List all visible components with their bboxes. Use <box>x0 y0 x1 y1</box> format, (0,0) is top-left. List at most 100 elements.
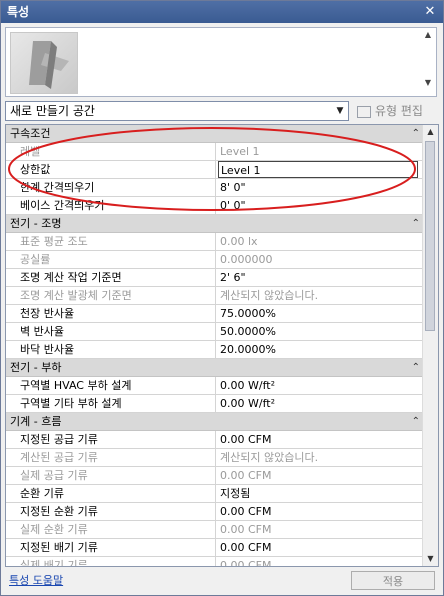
property-row: 실제 배기 기류 0.00 CFM <box>6 557 424 567</box>
property-value[interactable]: 0' 0" <box>220 197 424 214</box>
property-value[interactable]: 8' 0" <box>220 179 424 196</box>
property-row: 표준 평균 조도 0.00 lx <box>6 233 424 251</box>
scroll-up-icon[interactable]: ▲ <box>422 30 434 44</box>
property-row[interactable]: 지정된 배기 기류 0.00 CFM <box>6 539 424 557</box>
space-preview-image <box>29 41 69 89</box>
property-row: 실제 공급 기류 0.00 CFM <box>6 467 424 485</box>
group-name: 구속조건 <box>10 127 51 140</box>
chevron-up-icon[interactable]: ⌃ <box>412 215 420 232</box>
property-label: 지정된 공급 기류 <box>6 431 216 448</box>
close-icon[interactable]: ✕ <box>423 5 437 19</box>
property-label: 구역별 기타 부하 설계 <box>6 395 216 412</box>
property-label: 순환 기류 <box>6 485 216 502</box>
properties-window: 특성 ✕ ▲ ▼ 새로 만들기 공간 ▼ 유형 편집 구속조건 ⌃ 레벨 Level … <box>0 0 444 596</box>
property-label: 계산된 공급 기류 <box>6 449 216 466</box>
edit-type-label: 유형 편집 <box>375 104 423 118</box>
group-header[interactable]: 기계 - 흐름 ⌃ <box>6 413 424 431</box>
apply-button[interactable]: 적용 <box>351 571 435 590</box>
property-label: 베이스 간격띄우기 <box>6 197 216 214</box>
property-value[interactable]: 지정됨 <box>220 485 424 502</box>
scrollbar-thumb[interactable] <box>425 141 435 331</box>
property-label: 지정된 순환 기류 <box>6 503 216 520</box>
property-value[interactable]: 0.00 CFM <box>220 539 424 556</box>
properties-grid: 구속조건 ⌃ 레벨 Level 1 상한값 Level 1 한계 간격띄우기 8' 0" 베이스… <box>5 124 439 567</box>
property-value: 0.000000 <box>220 253 273 266</box>
property-row[interactable]: 구역별 HVAC 부하 설계 0.00 W/ft² <box>6 377 424 395</box>
property-value[interactable]: 50.0000% <box>220 323 424 340</box>
type-selector-bar: 새로 만들기 공간 ▼ 유형 편집 <box>5 101 437 121</box>
property-value[interactable]: 0.00 W/ft² <box>220 395 424 412</box>
property-rows: 구속조건 ⌃ 레벨 Level 1 상한값 Level 1 한계 간격띄우기 8' 0" 베이스… <box>6 125 424 567</box>
property-row[interactable]: 천장 반사율 75.0000% <box>6 305 424 323</box>
type-selector-value: 새로 만들기 공간 <box>10 104 95 118</box>
property-value[interactable]: 2' 6" <box>220 269 424 286</box>
property-row: 레벨 Level 1 <box>6 143 424 161</box>
property-row: 계산된 공급 기류 계산되지 않았습니다. <box>6 449 424 467</box>
group-header[interactable]: 전기 - 부하 ⌃ <box>6 359 424 377</box>
property-row[interactable]: 순환 기류 지정됨 <box>6 485 424 503</box>
property-row[interactable]: 지정된 공급 기류 0.00 CFM <box>6 431 424 449</box>
property-label: 구역별 HVAC 부하 설계 <box>6 377 216 394</box>
edit-type-icon <box>357 105 371 118</box>
property-row[interactable]: 조명 계산 작업 기준면 2' 6" <box>6 269 424 287</box>
property-row[interactable]: 지정된 순환 기류 0.00 CFM <box>6 503 424 521</box>
group-header[interactable]: 구속조건 ⌃ <box>6 125 424 143</box>
property-value[interactable]: 20.0000% <box>220 341 424 358</box>
property-value: 0.00 CFM <box>220 559 272 567</box>
property-value: 계산되지 않았습니다. <box>220 451 319 464</box>
scroll-up-icon[interactable]: ▲ <box>423 125 438 139</box>
element-thumbnail <box>10 32 78 94</box>
property-label: 지정된 배기 기류 <box>6 539 216 556</box>
property-value[interactable]: 0.00 W/ft² <box>220 377 424 394</box>
property-row: 조명 계산 발광체 기준면 계산되지 않았습니다. <box>6 287 424 305</box>
type-selector-dropdown[interactable]: 새로 만들기 공간 ▼ <box>5 101 349 121</box>
property-row[interactable]: 바닥 반사율 20.0000% <box>6 341 424 359</box>
group-header[interactable]: 전기 - 조명 ⌃ <box>6 215 424 233</box>
property-label: 바닥 반사율 <box>6 341 216 358</box>
property-row[interactable]: 베이스 간격띄우기 0' 0" <box>6 197 424 215</box>
property-value[interactable]: 0.00 CFM <box>220 431 424 448</box>
property-value: 계산되지 않았습니다. <box>220 289 319 302</box>
type-preview: ▲ ▼ <box>5 27 437 97</box>
group-name: 전기 - 조명 <box>10 217 62 230</box>
property-row[interactable]: 상한값 Level 1 <box>6 161 424 179</box>
property-label: 벽 반사율 <box>6 323 216 340</box>
property-label: 조명 계산 발광체 기준면 <box>6 287 216 304</box>
property-label: 천장 반사율 <box>6 305 216 322</box>
properties-help-link[interactable]: 특성 도움말 <box>9 572 63 588</box>
chevron-up-icon[interactable]: ⌃ <box>412 359 420 376</box>
property-row: 공실률 0.000000 <box>6 251 424 269</box>
property-label: 레벨 <box>6 143 216 160</box>
group-name: 전기 - 부하 <box>10 361 62 374</box>
edit-type-button[interactable]: 유형 편집 <box>357 101 437 121</box>
chevron-up-icon[interactable]: ⌃ <box>412 413 420 430</box>
property-value: 0.00 CFM <box>220 523 272 536</box>
property-value[interactable]: Level 1 <box>218 161 418 178</box>
grid-scrollbar[interactable]: ▲ ▼ <box>422 125 438 566</box>
chevron-up-icon[interactable]: ⌃ <box>412 125 420 142</box>
property-value[interactable]: 75.0000% <box>220 305 424 322</box>
property-row[interactable]: 벽 반사율 50.0000% <box>6 323 424 341</box>
property-label: 실제 순환 기류 <box>6 521 216 538</box>
property-row[interactable]: 한계 간격띄우기 8' 0" <box>6 179 424 197</box>
title-bar: 특성 ✕ <box>1 1 443 23</box>
window-title: 특성 <box>7 5 30 19</box>
property-row: 실제 순환 기류 0.00 CFM <box>6 521 424 539</box>
property-value: Level 1 <box>220 145 260 158</box>
preview-scrollbar[interactable]: ▲ ▼ <box>422 30 434 94</box>
scroll-down-icon[interactable]: ▼ <box>422 78 434 92</box>
property-label: 실제 공급 기류 <box>6 467 216 484</box>
property-label: 실제 배기 기류 <box>6 557 216 566</box>
property-label: 상한값 <box>6 161 216 178</box>
property-value: 0.00 lx <box>220 235 258 248</box>
property-value[interactable]: 0.00 CFM <box>220 503 424 520</box>
property-row[interactable]: 구역별 기타 부하 설계 0.00 W/ft² <box>6 395 424 413</box>
property-label: 한계 간격띄우기 <box>6 179 216 196</box>
scroll-down-icon[interactable]: ▼ <box>423 552 438 566</box>
chevron-down-icon[interactable]: ▼ <box>334 104 346 118</box>
property-label: 공실률 <box>6 251 216 268</box>
property-label: 조명 계산 작업 기준면 <box>6 269 216 286</box>
property-label: 표준 평균 조도 <box>6 233 216 250</box>
group-name: 기계 - 흐름 <box>10 415 62 428</box>
property-value: 0.00 CFM <box>220 469 272 482</box>
